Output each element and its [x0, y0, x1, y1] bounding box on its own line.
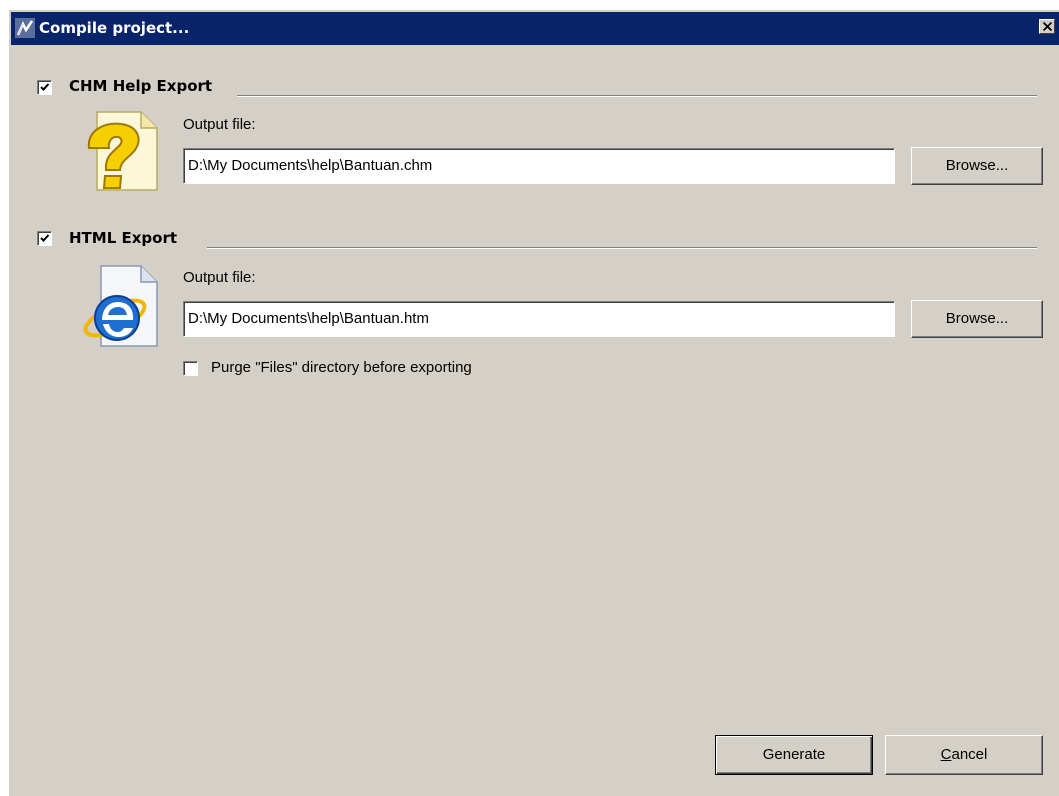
cancel-label: Cancel	[940, 746, 988, 763]
purge-files-label[interactable]: Purge "Files" directory before exporting	[211, 359, 472, 376]
html-browse-label: Browse...	[945, 310, 1009, 327]
generate-button[interactable]: Generate	[715, 735, 873, 775]
html-export-label[interactable]: HTML Export	[69, 229, 177, 247]
chm-output-file-label: Output file:	[183, 116, 256, 133]
checkmark-icon	[40, 234, 50, 242]
purge-files-checkbox[interactable]	[183, 361, 198, 376]
chm-output-file-input[interactable]: D:\My Documents\help\Bantuan.chm	[183, 148, 895, 184]
generate-label: Generate	[762, 746, 826, 763]
compile-project-dialog: Compile project... CHM Help Export Outpu…	[8, 9, 1059, 796]
internet-explorer-file-icon	[77, 262, 163, 353]
cancel-button[interactable]: Cancel	[885, 735, 1043, 775]
chm-export-checkbox[interactable]	[37, 80, 52, 95]
chm-browse-button[interactable]: Browse...	[911, 147, 1043, 185]
html-section-divider	[207, 247, 1037, 249]
html-output-file-input[interactable]: D:\My Documents\help\Bantuan.htm	[183, 301, 895, 337]
chm-browse-label: Browse...	[945, 157, 1009, 174]
html-export-checkbox[interactable]	[37, 231, 52, 246]
html-output-file-label: Output file:	[183, 269, 256, 286]
chm-section-divider	[237, 95, 1037, 97]
close-button[interactable]	[1039, 19, 1055, 34]
window-title: Compile project...	[39, 19, 190, 37]
html-browse-button[interactable]: Browse...	[911, 300, 1043, 338]
checkmark-icon	[40, 83, 50, 91]
chm-export-label[interactable]: CHM Help Export	[69, 77, 212, 95]
help-file-icon	[79, 108, 165, 199]
title-bar[interactable]: Compile project...	[11, 12, 1059, 45]
app-logo-icon	[15, 18, 35, 38]
